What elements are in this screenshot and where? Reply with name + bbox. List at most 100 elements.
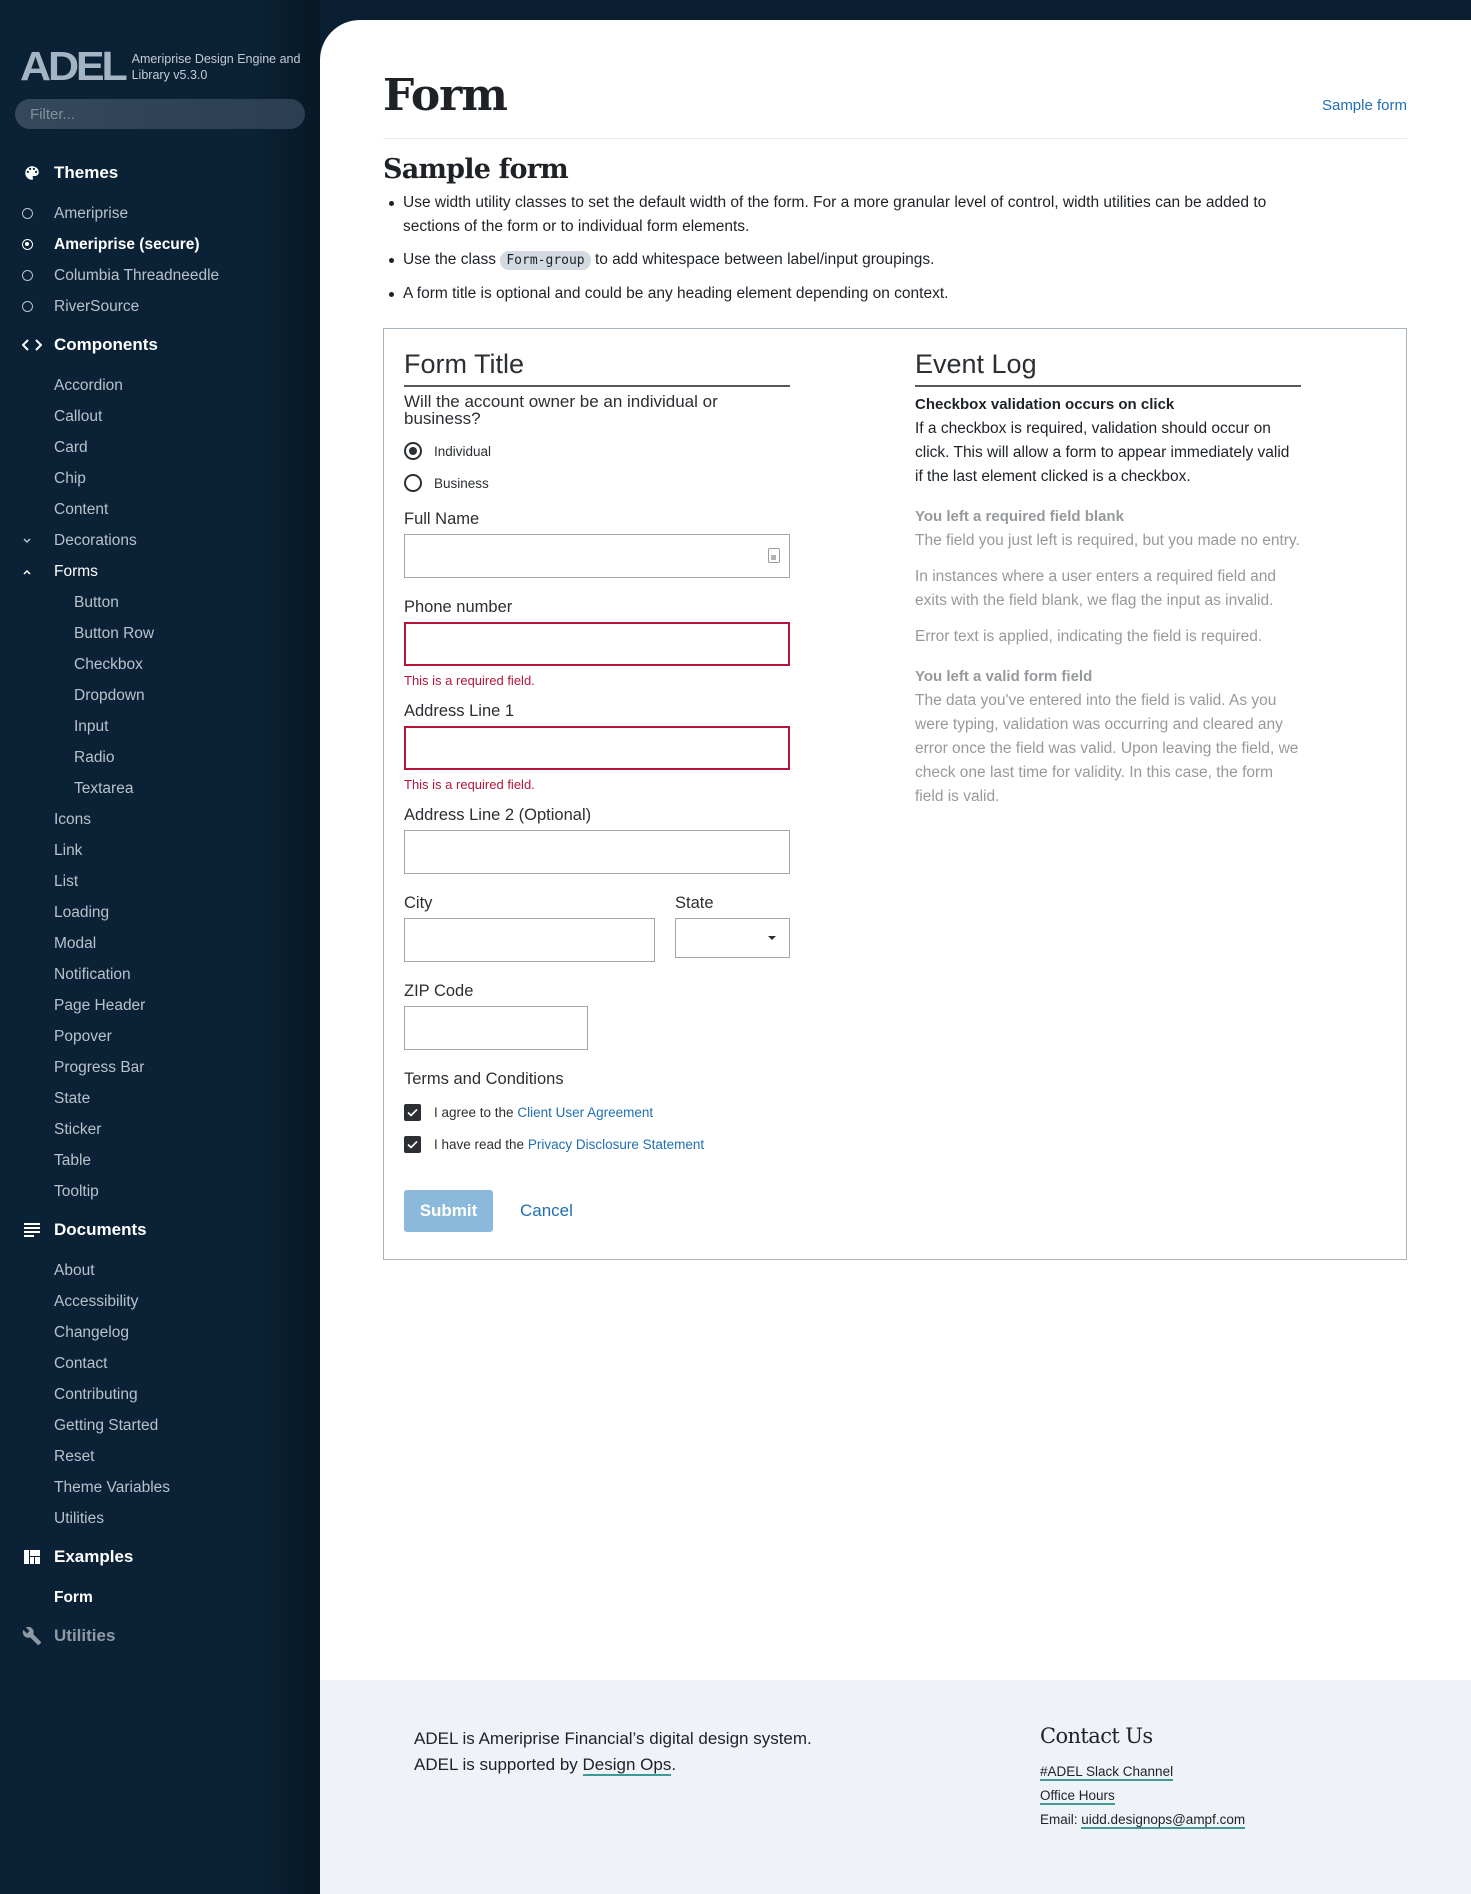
brand: ADEL Ameriprise Design Engine and Librar… bbox=[20, 46, 312, 87]
sidebar-section-themes[interactable]: Themes bbox=[0, 154, 320, 192]
sidebar-item-icons[interactable]: Icons bbox=[0, 804, 320, 835]
checkbox-client-agreement[interactable]: I agree to the Client User Agreement bbox=[404, 1096, 790, 1128]
sidebar-item-button[interactable]: Button bbox=[0, 587, 320, 618]
radio-off-icon bbox=[21, 270, 33, 281]
sidebar-item-accessibility[interactable]: Accessibility bbox=[0, 1286, 320, 1317]
contact-card-icon[interactable] bbox=[768, 548, 780, 563]
sidebar-item-checkbox[interactable]: Checkbox bbox=[0, 649, 320, 680]
full-name-input[interactable] bbox=[404, 534, 790, 578]
sidebar-item-popover[interactable]: Popover bbox=[0, 1021, 320, 1052]
radio-label: Business bbox=[434, 475, 489, 491]
checkbox-checked-icon[interactable] bbox=[404, 1103, 421, 1121]
toc-link-sample-form[interactable]: Sample form bbox=[1322, 97, 1407, 114]
event-text: If a checkbox is required, validation sh… bbox=[915, 420, 1290, 485]
phone-input[interactable] bbox=[404, 622, 790, 666]
cancel-button[interactable]: Cancel bbox=[520, 1201, 573, 1221]
sidebar-item-link[interactable]: Link bbox=[0, 835, 320, 866]
theme-label: RiverSource bbox=[54, 297, 140, 315]
terms-label: Terms and Conditions bbox=[404, 1070, 564, 1088]
sidebar-item-input[interactable]: Input bbox=[0, 711, 320, 742]
sidebar-item-forms[interactable]: Forms bbox=[0, 556, 320, 587]
sidebar-item-contact[interactable]: Contact bbox=[0, 1348, 320, 1379]
checkbox-privacy-disclosure[interactable]: I have read the Privacy Disclosure State… bbox=[404, 1128, 790, 1160]
privacy-disclosure-link[interactable]: Privacy Disclosure Statement bbox=[528, 1137, 704, 1152]
design-ops-link[interactable]: Design Ops bbox=[582, 1755, 672, 1776]
sidebar-item-form-example[interactable]: Form bbox=[0, 1582, 320, 1613]
radio-business[interactable]: Business bbox=[404, 467, 790, 499]
office-hours-link[interactable]: Office Hours bbox=[1040, 1788, 1115, 1805]
address2-input[interactable] bbox=[404, 830, 790, 874]
sidebar-section-components[interactable]: Components bbox=[0, 326, 320, 364]
email-link[interactable]: uidd.designops@ampf.com bbox=[1081, 1812, 1246, 1829]
bullet-text: A form title is optional and could be an… bbox=[403, 285, 949, 302]
slack-channel-link[interactable]: #ADEL Slack Channel bbox=[1040, 1764, 1174, 1781]
sidebar-item-textarea[interactable]: Textarea bbox=[0, 773, 320, 804]
sidebar-section-examples[interactable]: Examples bbox=[0, 1538, 320, 1576]
sidebar-item-decorations[interactable]: Decorations bbox=[0, 525, 320, 556]
list-item: A form title is optional and could be an… bbox=[383, 282, 1283, 306]
checkbox-checked-icon[interactable] bbox=[404, 1135, 421, 1153]
sidebar-item-list[interactable]: List bbox=[0, 866, 320, 897]
radio-checked-icon[interactable] bbox=[404, 442, 422, 460]
nav-label: Contributing bbox=[54, 1385, 138, 1403]
filter-input[interactable] bbox=[15, 99, 305, 129]
sidebar-section-utilities[interactable]: Utilities bbox=[0, 1617, 320, 1655]
sidebar-item-utilities-doc[interactable]: Utilities bbox=[0, 1503, 320, 1534]
nav-label: Modal bbox=[54, 934, 97, 952]
footer-line: ADEL is supported by Design Ops. bbox=[414, 1752, 812, 1778]
city-input[interactable] bbox=[404, 918, 655, 962]
sidebar-item-button-row[interactable]: Button Row bbox=[0, 618, 320, 649]
zip-label: ZIP Code bbox=[404, 982, 474, 1000]
theme-ameriprise-secure[interactable]: Ameriprise (secure) bbox=[0, 229, 320, 260]
theme-label: Columbia Threadneedle bbox=[54, 266, 220, 284]
theme-riversource[interactable]: RiverSource bbox=[0, 291, 320, 322]
sidebar-item-accordion[interactable]: Accordion bbox=[0, 370, 320, 401]
event-heading: Checkbox validation occurs on click bbox=[915, 396, 1175, 413]
sidebar-item-loading[interactable]: Loading bbox=[0, 897, 320, 928]
form-title: Form Title bbox=[404, 347, 790, 387]
radio-on-icon bbox=[21, 239, 33, 250]
sidebar-item-chip[interactable]: Chip bbox=[0, 463, 320, 494]
chevron-up-icon bbox=[0, 569, 54, 575]
nav-label: Getting Started bbox=[54, 1416, 159, 1434]
sidebar-item-modal[interactable]: Modal bbox=[0, 928, 320, 959]
sidebar-item-about[interactable]: About bbox=[0, 1255, 320, 1286]
state-select[interactable] bbox=[675, 918, 790, 958]
radio-individual[interactable]: Individual bbox=[404, 435, 790, 467]
event-log-title: Event Log bbox=[915, 347, 1301, 387]
sidebar-item-theme-variables[interactable]: Theme Variables bbox=[0, 1472, 320, 1503]
address1-input[interactable] bbox=[404, 726, 790, 770]
sidebar-item-getting-started[interactable]: Getting Started bbox=[0, 1410, 320, 1441]
client-user-agreement-link[interactable]: Client User Agreement bbox=[517, 1105, 653, 1120]
sidebar-item-contributing[interactable]: Contributing bbox=[0, 1379, 320, 1410]
adel-logo[interactable]: ADEL bbox=[20, 46, 128, 87]
sidebar-item-tooltip[interactable]: Tooltip bbox=[0, 1176, 320, 1207]
nav-label: Tooltip bbox=[54, 1182, 99, 1200]
submit-button[interactable]: Submit bbox=[404, 1190, 493, 1232]
theme-columbia-threadneedle[interactable]: Columbia Threadneedle bbox=[0, 260, 320, 291]
sidebar-item-table[interactable]: Table bbox=[0, 1145, 320, 1176]
sidebar-item-changelog[interactable]: Changelog bbox=[0, 1317, 320, 1348]
nav-label: Chip bbox=[54, 469, 86, 487]
sidebar-section-documents[interactable]: Documents bbox=[0, 1211, 320, 1249]
list-item: Use width utility classes to set the def… bbox=[383, 191, 1283, 239]
notes-icon bbox=[22, 1220, 42, 1240]
sidebar-item-sticker[interactable]: Sticker bbox=[0, 1114, 320, 1145]
sidebar-item-progress-bar[interactable]: Progress Bar bbox=[0, 1052, 320, 1083]
sidebar-item-dropdown[interactable]: Dropdown bbox=[0, 680, 320, 711]
zip-input[interactable] bbox=[404, 1006, 588, 1050]
radio-label: Individual bbox=[434, 443, 492, 459]
radio-unchecked-icon[interactable] bbox=[404, 474, 422, 492]
sample-form: Form Title Will the account owner be an … bbox=[404, 347, 790, 1232]
sidebar-item-card[interactable]: Card bbox=[0, 432, 320, 463]
sidebar-item-callout[interactable]: Callout bbox=[0, 401, 320, 432]
sidebar-item-notification[interactable]: Notification bbox=[0, 959, 320, 990]
state-label: State bbox=[675, 894, 714, 912]
sidebar-item-reset[interactable]: Reset bbox=[0, 1441, 320, 1472]
sidebar-item-page-header[interactable]: Page Header bbox=[0, 990, 320, 1021]
sidebar-item-state[interactable]: State bbox=[0, 1083, 320, 1114]
sidebar-item-content[interactable]: Content bbox=[0, 494, 320, 525]
sidebar-item-radio[interactable]: Radio bbox=[0, 742, 320, 773]
footer-text: . bbox=[671, 1755, 677, 1774]
theme-ameriprise[interactable]: Ameriprise bbox=[0, 198, 320, 229]
